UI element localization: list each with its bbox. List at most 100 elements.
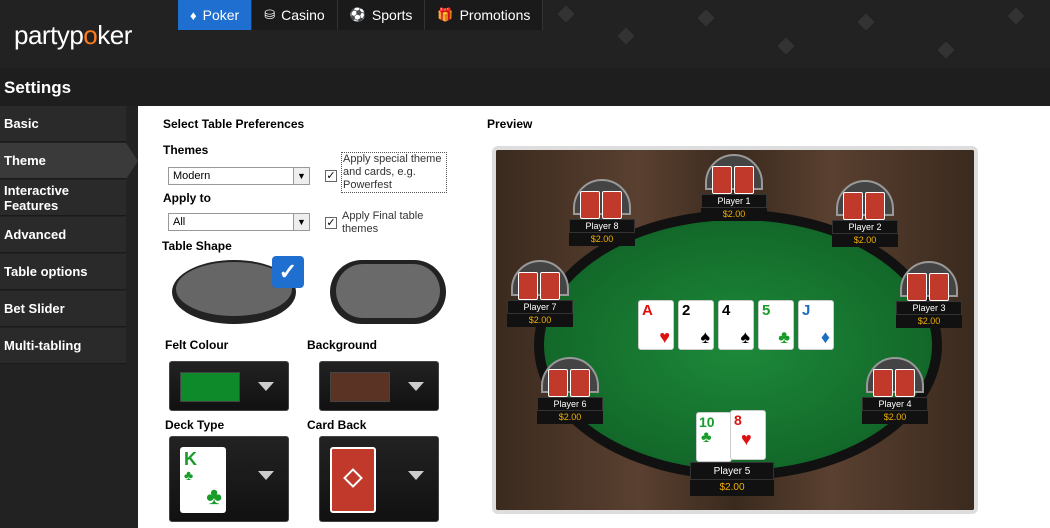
main-nav: ♦ Poker ⛁ Casino ⚽ Sports 🎁 Promotions: [178, 0, 544, 30]
seat-player-2: Player 2 $2.00: [832, 180, 898, 247]
player-stack: $2.00: [862, 411, 928, 424]
table-shape-label: Table Shape: [162, 239, 232, 253]
club-icon: ♣: [701, 429, 712, 446]
table-shape-oval[interactable]: ✓: [170, 256, 304, 326]
hole-cards: [507, 260, 573, 300]
table-shape-rounded[interactable]: [328, 258, 448, 326]
seat-player-6: Player 6 $2.00: [537, 357, 603, 424]
board-card: 5 ♣: [758, 300, 794, 350]
player-stack: $2.00: [832, 234, 898, 247]
sidebar-item-basic[interactable]: Basic: [0, 106, 126, 142]
chevron-down-icon: ▼: [293, 214, 309, 230]
card-back-picker[interactable]: [319, 436, 439, 522]
deck-type-label: Deck Type: [165, 418, 225, 432]
card-back: [548, 369, 568, 397]
nav-tab-poker[interactable]: ♦ Poker: [178, 0, 253, 30]
background-label: Background: [307, 338, 378, 352]
hole-cards: [832, 180, 898, 220]
nav-tab-promotions[interactable]: 🎁 Promotions: [425, 0, 544, 30]
player-stack: $2.00: [569, 233, 635, 246]
settings-header: Settings: [0, 68, 1050, 106]
page-title: Settings: [4, 78, 72, 97]
chevron-down-icon: [408, 471, 424, 480]
sidebar-item-label: Basic: [4, 116, 39, 131]
themes-label: Themes: [163, 143, 209, 157]
hole-cards: [537, 357, 603, 397]
player-name: Player 5: [690, 462, 774, 480]
seat-player-8: Player 8 $2.00: [569, 179, 635, 246]
hole-cards: [701, 154, 767, 194]
card-back: [712, 166, 732, 194]
seat-player-7: Player 7 $2.00: [507, 260, 573, 327]
player-stack: $2.00: [507, 314, 573, 327]
chevron-down-icon: ▼: [293, 168, 309, 184]
spade-icon: ♠: [740, 327, 750, 347]
logo-party: party: [14, 20, 70, 50]
card-back: [734, 166, 754, 194]
player-name: Player 4: [862, 397, 928, 411]
diamond-icon: [343, 468, 363, 488]
rounded-table-icon: [330, 260, 446, 324]
nav-tab-casino[interactable]: ⛁ Casino: [252, 0, 338, 30]
apply-to-select[interactable]: All ▼: [168, 213, 310, 231]
chevron-down-icon: [258, 471, 274, 480]
card-back-preview: [330, 447, 376, 513]
seat-player-1: Player 1 $2.00: [701, 154, 767, 221]
chevron-down-icon: [408, 382, 424, 391]
apply-to-label: Apply to: [163, 191, 211, 205]
club-icon: ♣: [778, 327, 790, 347]
heart-icon: ♥: [659, 327, 670, 347]
hole-cards: [896, 261, 962, 301]
decor-diamond: [857, 13, 875, 31]
player-name: Player 7: [507, 300, 573, 314]
diamond-icon: ♦: [820, 327, 830, 347]
themes-select-value: Modern: [173, 170, 211, 182]
deck-type-picker[interactable]: K ♣ ♣: [169, 436, 289, 522]
decor-diamond: [777, 37, 795, 55]
decor-diamond: [617, 27, 635, 45]
theme-settings-panel: Select Table Preferences Themes Modern ▼…: [138, 106, 1050, 528]
sidebar-item-label: Advanced: [4, 227, 67, 242]
hole-cards: [862, 357, 928, 397]
sidebar-item-advanced[interactable]: Advanced: [0, 217, 126, 253]
nav-tab-label: Poker: [202, 7, 240, 23]
preview-heading: Preview: [487, 117, 533, 131]
decor-diamond: [697, 9, 715, 27]
final-table-checkbox[interactable]: ✓: [325, 217, 337, 229]
seat-player-4: Player 4 $2.00: [862, 357, 928, 424]
card-rank: 4: [722, 302, 731, 319]
hole-cards: [569, 179, 635, 219]
heart-icon: ♥: [741, 429, 752, 449]
card-rank: 2: [682, 302, 691, 319]
background-picker[interactable]: [319, 361, 439, 411]
felt-colour-picker[interactable]: [169, 361, 289, 411]
special-theme-checkbox[interactable]: ✓: [325, 170, 337, 182]
top-bar: partypoker ♦ Poker ⛁ Casino ⚽ Sports 🎁 P…: [0, 0, 1050, 68]
sidebar-item-table-options[interactable]: Table options: [0, 254, 126, 290]
sidebar-item-theme[interactable]: Theme: [0, 143, 138, 179]
diamond-icon: ♦: [190, 7, 197, 23]
partypoker-logo[interactable]: partypoker: [14, 20, 132, 51]
player-stack: $2.00: [896, 315, 962, 328]
player-name: Player 1: [701, 194, 767, 208]
sidebar-item-interactive-features[interactable]: Interactive Features: [0, 180, 126, 216]
card-rank: J: [802, 302, 811, 319]
player-name: Player 3: [896, 301, 962, 315]
card-back: [518, 272, 538, 300]
card-back: [873, 369, 893, 397]
player-name: Player 8: [569, 219, 635, 233]
preferences-heading: Select Table Preferences: [163, 117, 305, 131]
sidebar-item-bet-slider[interactable]: Bet Slider: [0, 291, 126, 327]
card-rank: A: [642, 302, 653, 319]
felt-colour-swatch: [180, 372, 240, 402]
player-stack: $2.00: [701, 208, 767, 221]
chip-icon: ⛁: [264, 7, 276, 22]
deck-preview-card: K ♣ ♣: [180, 447, 226, 513]
card-back: [580, 191, 600, 219]
nav-tab-sports[interactable]: ⚽ Sports: [337, 0, 426, 30]
card-rank: 10: [699, 414, 715, 430]
themes-select[interactable]: Modern ▼: [168, 167, 310, 185]
nav-tab-label: Casino: [281, 7, 325, 23]
background-swatch: [330, 372, 390, 402]
sidebar-item-multi-tabling[interactable]: Multi-tabling: [0, 328, 126, 364]
